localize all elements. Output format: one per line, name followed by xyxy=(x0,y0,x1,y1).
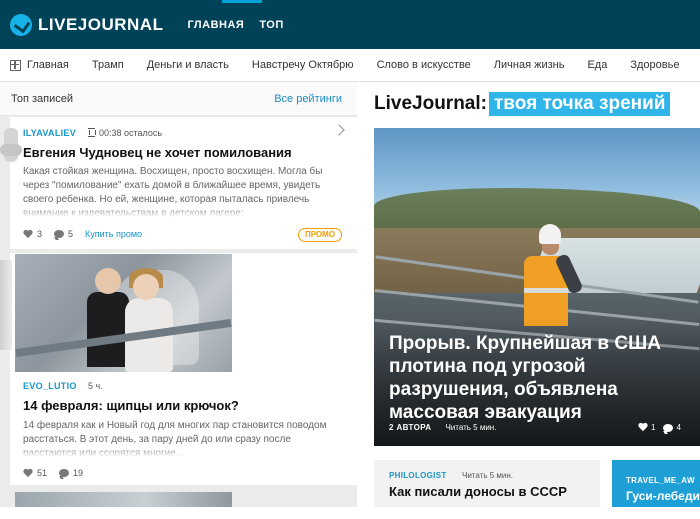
post2-image[interactable] xyxy=(15,254,232,372)
decor-shape xyxy=(0,128,22,180)
heart-icon[interactable] xyxy=(23,230,33,239)
post1-time-left: 00:38 осталось xyxy=(88,128,162,138)
decor-shadow xyxy=(0,260,12,350)
tagline: LiveJournal: твоя точка зрений xyxy=(374,92,671,116)
top-nav: ГЛАВНАЯ ТОП xyxy=(187,19,298,31)
promo-badge: ПРОМО xyxy=(298,228,342,242)
post1-time-left-text: 00:38 осталось xyxy=(99,128,163,138)
category-art[interactable]: Слово в искусстве xyxy=(377,59,471,71)
hero-authors[interactable]: 2 АВТОРА xyxy=(389,423,431,432)
category-main[interactable]: Главная xyxy=(10,59,69,71)
grid-icon xyxy=(10,59,21,71)
nav-main[interactable]: ГЛАВНАЯ xyxy=(187,19,244,31)
tagline-highlight: твоя точка зрений xyxy=(488,92,671,116)
category-health[interactable]: Здоровье xyxy=(630,59,679,71)
active-nav-indicator xyxy=(222,0,262,3)
post1-likes: 3 xyxy=(37,229,43,239)
post2-time: 5 ч. xyxy=(88,381,103,391)
logo-text: LIVEJOURNAL xyxy=(38,14,164,34)
comment-icon[interactable] xyxy=(54,230,65,238)
category-money-power[interactable]: Деньги и власть xyxy=(147,59,229,71)
buy-promo-link[interactable]: Купить промо xyxy=(85,229,142,239)
bottom-strip xyxy=(0,507,700,519)
category-trump[interactable]: Трамп xyxy=(92,59,124,71)
comment-icon[interactable] xyxy=(59,469,70,477)
heart-icon[interactable] xyxy=(638,423,648,432)
top-bar: LIVEJOURNAL ГЛАВНАЯ ТОП xyxy=(0,0,700,49)
post2-stats: 51 19 xyxy=(23,468,95,478)
category-october[interactable]: Навстречу Октябрю xyxy=(252,59,354,71)
post1-excerpt: Какая стойкая женщина. Восхищен, просто … xyxy=(23,165,345,217)
top-posts-title: Топ записей xyxy=(11,93,74,105)
all-ratings-link[interactable]: Все рейтинги xyxy=(274,93,342,105)
post2-title[interactable]: 14 февраля: щипцы или крючок? xyxy=(23,398,239,413)
livejournal-logo[interactable]: LIVEJOURNAL xyxy=(10,13,164,36)
card4-title[interactable]: Гуси-лебеди xyxy=(626,489,700,503)
category-bar: Главная Трамп Деньги и власть Навстречу … xyxy=(0,49,700,82)
hero-stats: 1 4 xyxy=(638,423,689,432)
hero-likes: 1 xyxy=(651,423,656,432)
hero-read-time: Читать 5 мин. xyxy=(445,423,497,432)
hero-comments: 4 xyxy=(676,423,681,432)
post2-excerpt: 14 февраля как и Новый год для многих па… xyxy=(23,419,345,457)
comment-icon[interactable] xyxy=(663,423,674,432)
card3-title[interactable]: Как писали доносы в СССР xyxy=(389,484,567,499)
post1-comments: 5 xyxy=(68,229,74,239)
hero-story-meta: 2 АВТОРА Читать 5 мин. xyxy=(389,423,496,432)
nav-top[interactable]: ТОП xyxy=(259,19,283,31)
category-food[interactable]: Еда xyxy=(587,59,607,71)
tagline-prefix: LiveJournal: xyxy=(374,93,487,114)
post1-author[interactable]: ILYAVALIEV xyxy=(23,128,76,138)
card4-author[interactable]: TRAVEL_ME_AW xyxy=(626,476,695,485)
post1-title[interactable]: Евгения Чудновец не хочет помилования xyxy=(23,145,292,160)
category-personal-life[interactable]: Личная жизнь xyxy=(494,59,565,71)
post1-stats: 3 5 Купить промо xyxy=(23,229,142,239)
category-main-label: Главная xyxy=(27,59,69,71)
hourglass-icon xyxy=(88,128,96,137)
livejournal-logo-icon xyxy=(10,13,32,36)
post2-author[interactable]: EVO_LUTIO xyxy=(23,381,77,391)
card3-read-time: Читать 5 мин. xyxy=(462,471,513,480)
card3-author[interactable]: PHILOLOGIST xyxy=(389,471,447,480)
heart-icon[interactable] xyxy=(23,469,33,478)
post2-likes: 51 xyxy=(37,468,48,478)
post2-comments: 19 xyxy=(73,468,84,478)
hero-story-title[interactable]: Прорыв. Крупнейшая в США плотина под угр… xyxy=(389,332,689,424)
top-posts-header: Топ записей Все рейтинги xyxy=(0,82,357,116)
